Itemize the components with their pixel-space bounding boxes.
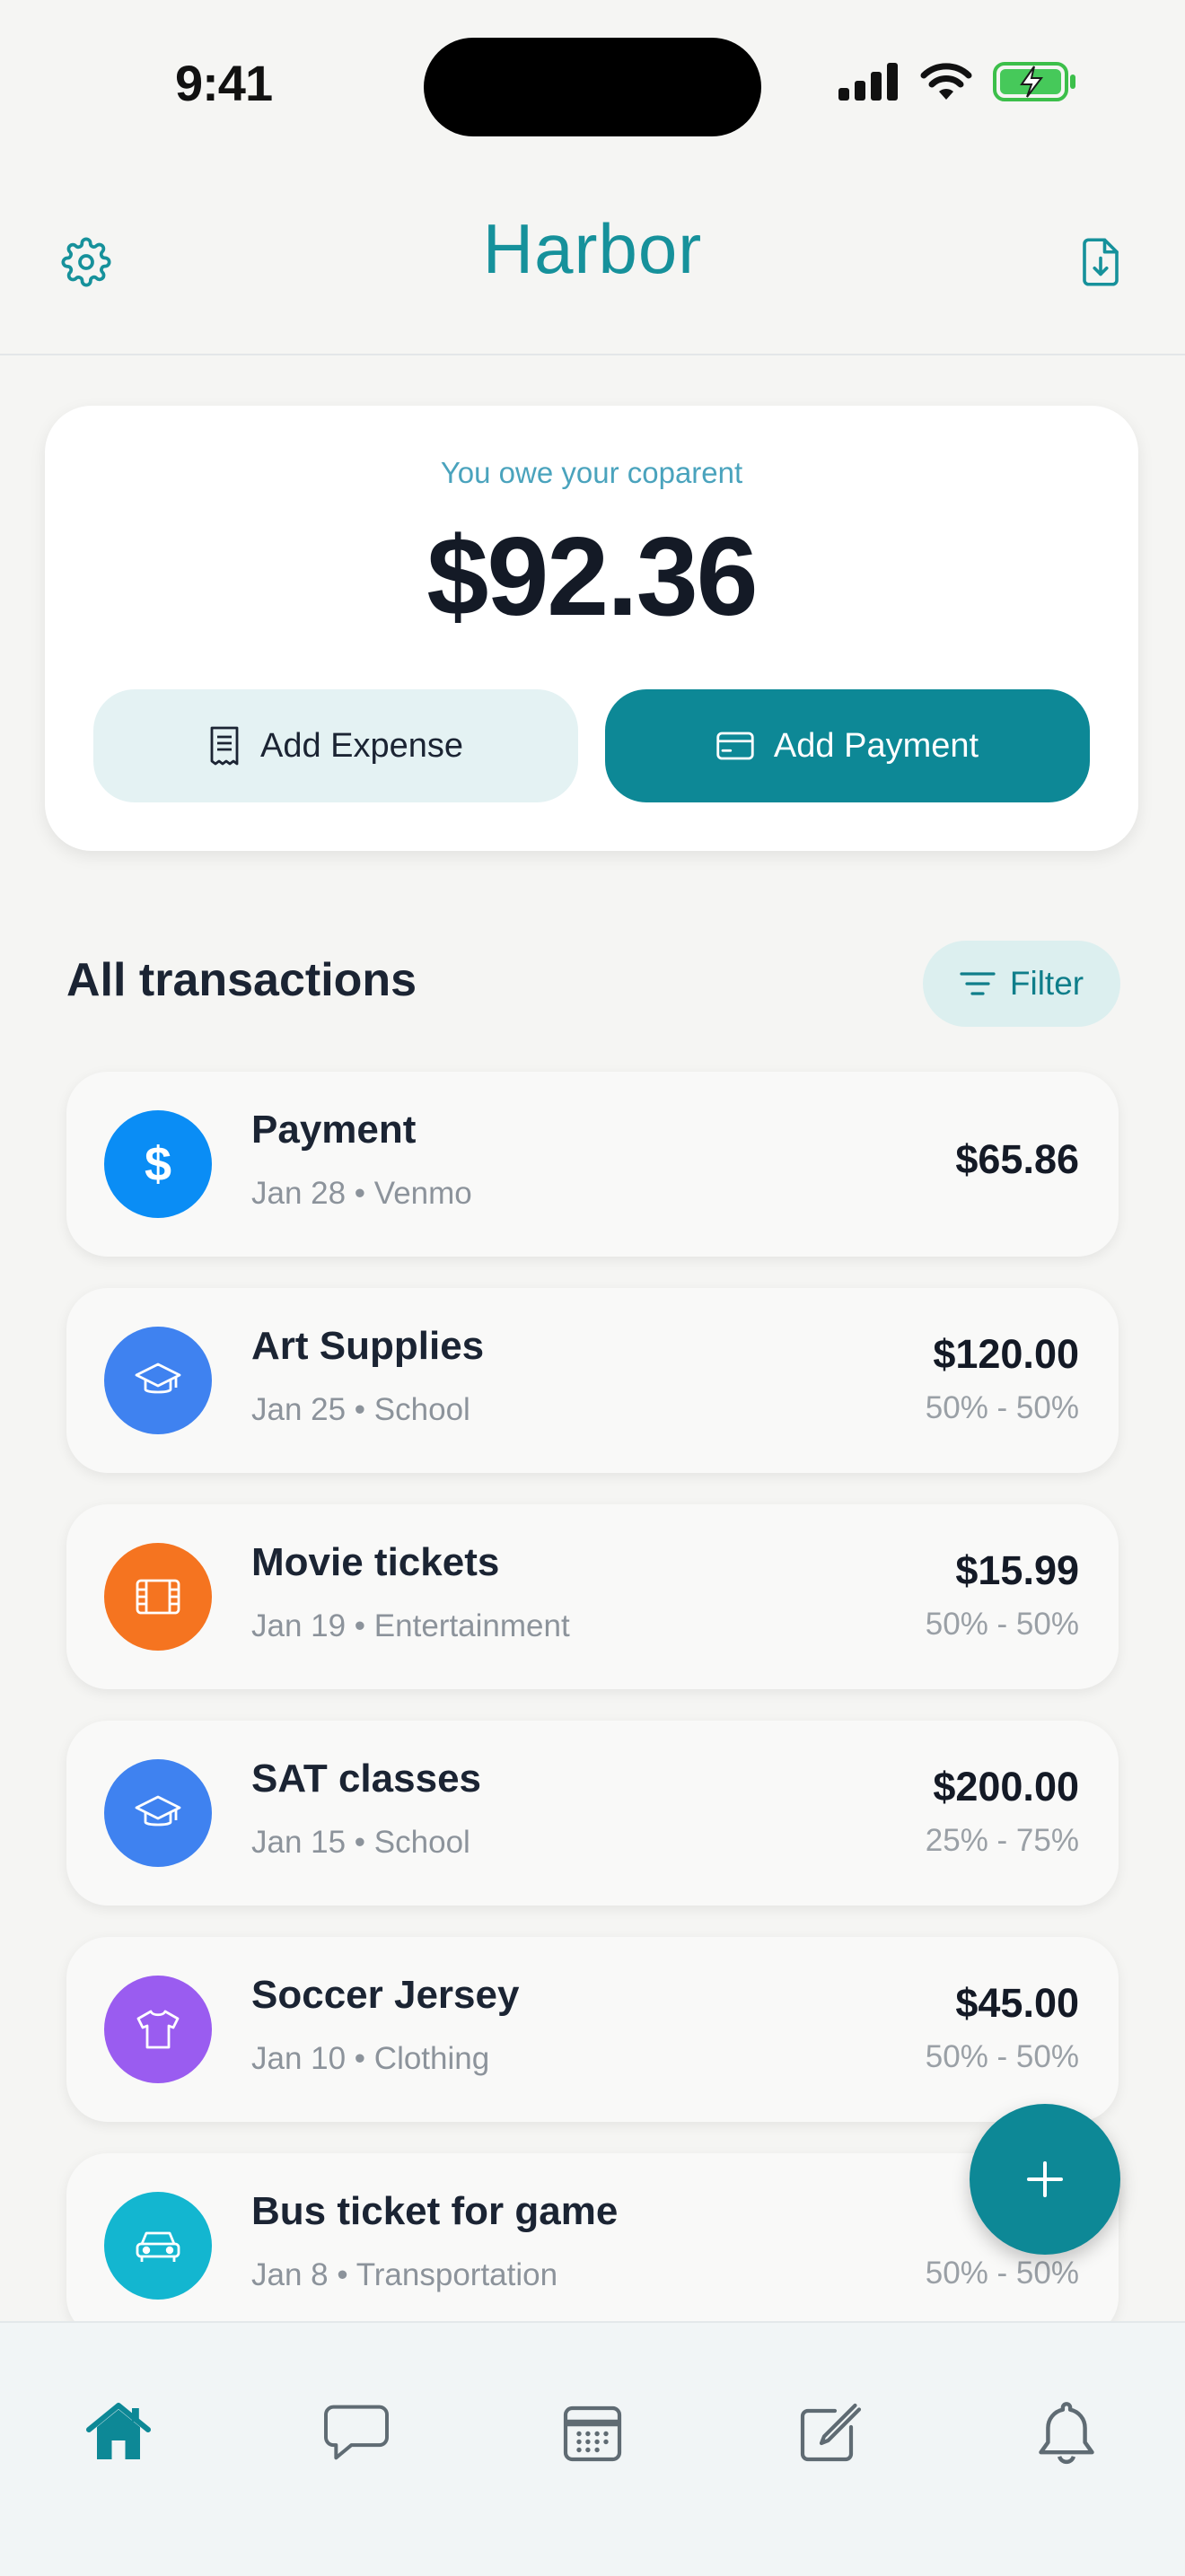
transaction-title: Movie tickets bbox=[251, 1540, 500, 1584]
export-button[interactable] bbox=[1065, 226, 1137, 298]
transaction-amount: $120.00 bbox=[933, 1331, 1079, 1377]
transaction-row[interactable]: $ Payment Jan 28 • Venmo $65.86 bbox=[66, 1072, 1119, 1257]
bell-icon bbox=[1039, 2402, 1094, 2465]
nav-calendar[interactable] bbox=[539, 2379, 646, 2486]
graduation-cap-icon bbox=[135, 1362, 181, 1394]
filter-label: Filter bbox=[1009, 965, 1084, 1002]
bottom-nav bbox=[0, 2321, 1185, 2576]
transaction-row[interactable]: Art Supplies Jan 25 • School $120.00 50%… bbox=[66, 1288, 1119, 1473]
transaction-subtitle: Jan 10 • Clothing bbox=[251, 2041, 490, 2076]
balance-card: You owe your coparent $92.36 Add Expense… bbox=[45, 406, 1138, 851]
transaction-icon bbox=[104, 2192, 212, 2300]
transaction-title: Payment bbox=[251, 1108, 417, 1152]
transaction-icon: $ bbox=[104, 1110, 212, 1218]
add-payment-button[interactable]: Add Payment bbox=[605, 689, 1090, 802]
add-expense-label: Add Expense bbox=[259, 726, 464, 765]
add-payment-label: Add Payment bbox=[773, 726, 979, 765]
transaction-row[interactable]: Bus ticket for game Jan 8 • Transportati… bbox=[66, 2153, 1119, 2338]
battery-icon bbox=[993, 62, 1075, 101]
dollar-icon: $ bbox=[144, 1137, 172, 1191]
plus-icon bbox=[1027, 2161, 1063, 2197]
transaction-split: 50% - 50% bbox=[925, 2256, 1079, 2291]
add-expense-button[interactable]: Add Expense bbox=[93, 689, 578, 802]
transaction-split: 50% - 50% bbox=[925, 2039, 1079, 2074]
transaction-icon bbox=[104, 1976, 212, 2083]
signal-icon bbox=[838, 63, 898, 101]
transaction-split: 50% - 50% bbox=[925, 1390, 1079, 1425]
chat-bubble-icon bbox=[324, 2405, 389, 2460]
transaction-row[interactable]: Soccer Jersey Jan 10 • Clothing $45.00 5… bbox=[66, 1937, 1119, 2122]
transaction-subtitle: Jan 25 • School bbox=[251, 1392, 470, 1427]
credit-card-icon bbox=[716, 732, 754, 760]
transaction-subtitle: Jan 8 • Transportation bbox=[251, 2257, 558, 2292]
transaction-amount: $45.00 bbox=[955, 1980, 1079, 2026]
transaction-icon bbox=[104, 1759, 212, 1867]
document-download-icon bbox=[1083, 238, 1119, 286]
transaction-icon bbox=[104, 1327, 212, 1434]
home-icon bbox=[86, 2403, 151, 2459]
app-title: Harbor bbox=[482, 209, 703, 288]
film-icon bbox=[136, 1579, 180, 1615]
calendar-icon bbox=[563, 2405, 622, 2462]
status-time: 9:41 bbox=[175, 55, 273, 111]
transactions-title: All transactions bbox=[66, 954, 417, 1006]
nav-notifications[interactable] bbox=[1013, 2379, 1120, 2486]
car-icon bbox=[136, 2231, 180, 2262]
balance-label: You owe your coparent bbox=[440, 456, 743, 489]
wifi-icon bbox=[920, 63, 972, 100]
edit-icon bbox=[800, 2403, 862, 2462]
transaction-row[interactable]: Movie tickets Jan 19 • Entertainment $15… bbox=[66, 1504, 1119, 1689]
transaction-subtitle: Jan 19 • Entertainment bbox=[251, 1608, 570, 1643]
transaction-amount: $65.86 bbox=[955, 1136, 1079, 1182]
nav-home[interactable] bbox=[65, 2379, 172, 2486]
nav-messages[interactable] bbox=[303, 2379, 410, 2486]
transaction-title: Art Supplies bbox=[251, 1324, 485, 1368]
dynamic-island bbox=[424, 38, 761, 136]
add-transaction-fab[interactable] bbox=[970, 2104, 1120, 2255]
transaction-subtitle: Jan 15 • School bbox=[251, 1825, 470, 1860]
filter-icon bbox=[960, 972, 996, 995]
transaction-title: Soccer Jersey bbox=[251, 1973, 520, 2017]
transaction-split: 50% - 50% bbox=[925, 1607, 1079, 1642]
transaction-title: SAT classes bbox=[251, 1757, 482, 1801]
transaction-split: 25% - 75% bbox=[925, 1823, 1079, 1858]
filter-button[interactable]: Filter bbox=[923, 941, 1120, 1027]
balance-amount: $92.36 bbox=[426, 515, 758, 639]
nav-journal[interactable] bbox=[776, 2379, 883, 2486]
status-icons bbox=[838, 61, 1077, 102]
transaction-row[interactable]: SAT classes Jan 15 • School $200.00 25% … bbox=[66, 1721, 1119, 1906]
tshirt-icon bbox=[136, 2010, 180, 2049]
graduation-cap-icon bbox=[135, 1795, 181, 1827]
transaction-amount: $15.99 bbox=[955, 1547, 1079, 1593]
transaction-subtitle: Jan 28 • Venmo bbox=[251, 1176, 472, 1211]
transaction-title: Bus ticket for game bbox=[251, 2189, 619, 2233]
transaction-icon bbox=[104, 1543, 212, 1651]
receipt-icon bbox=[210, 726, 239, 766]
transaction-amount: $200.00 bbox=[933, 1764, 1079, 1809]
